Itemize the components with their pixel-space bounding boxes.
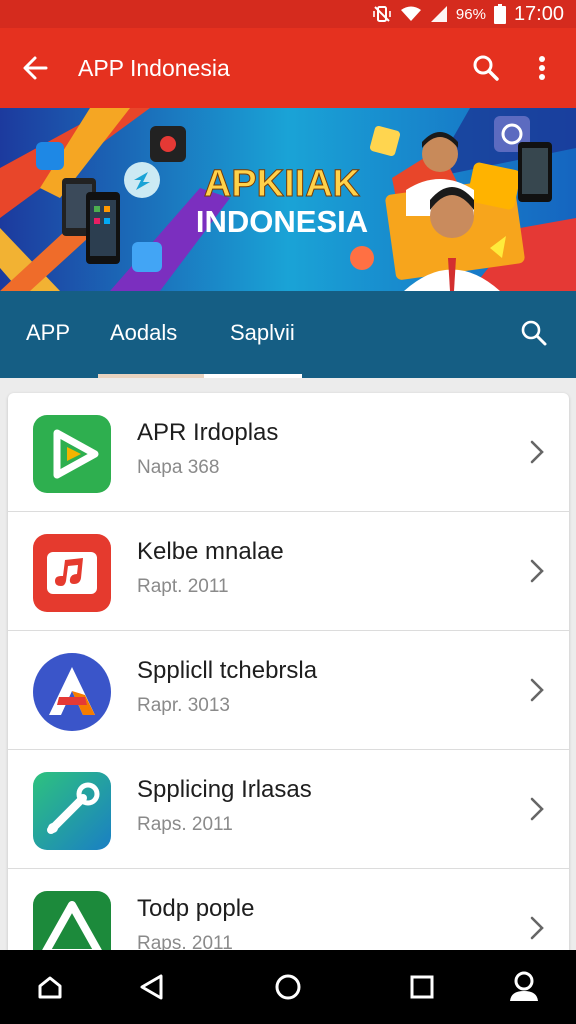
promo-banner[interactable]: APKIIAK INDONESIA bbox=[0, 108, 576, 291]
app-name: Kelbe mnalae bbox=[137, 538, 284, 565]
app-name: APR Irdoplas bbox=[137, 419, 279, 446]
tab-indicator bbox=[98, 374, 204, 378]
wifi-icon bbox=[400, 5, 422, 23]
mute-vibrate-icon bbox=[372, 4, 392, 24]
chevron-right-icon bbox=[523, 792, 551, 826]
list-item[interactable]: Spplicing Irlasas Raps. 2011 bbox=[8, 750, 569, 869]
home-button[interactable] bbox=[18, 950, 82, 1024]
search-icon bbox=[473, 55, 499, 81]
account-button[interactable] bbox=[492, 950, 556, 1024]
app-list: APR Irdoplas Napa 368 Kelbe mnalae Rapt.… bbox=[8, 393, 569, 993]
play-triangle-icon bbox=[33, 415, 111, 493]
letter-a-icon bbox=[33, 653, 111, 731]
banner-title: APKIIAK bbox=[204, 163, 361, 205]
tab-indicator-active bbox=[204, 374, 302, 378]
battery-text: 96% bbox=[455, 5, 486, 23]
app-subtitle: Rapr. 3013 bbox=[137, 695, 230, 716]
floating-app-icon bbox=[350, 246, 374, 270]
system-nav-bar bbox=[0, 950, 576, 1024]
more-vert-icon bbox=[539, 56, 545, 80]
back-triangle-icon bbox=[140, 974, 163, 1000]
app-name: Spplicing Irlasas bbox=[137, 776, 312, 803]
banner-subtitle: INDONESIA bbox=[196, 204, 368, 239]
app-subtitle: Napa 368 bbox=[137, 457, 220, 478]
tab-aodals[interactable]: Aodals bbox=[110, 291, 177, 375]
search-icon bbox=[521, 320, 547, 346]
signal-icon bbox=[430, 5, 448, 23]
more-options-button[interactable] bbox=[514, 28, 570, 108]
chevron-right-icon bbox=[523, 673, 551, 707]
person-icon bbox=[510, 971, 538, 1001]
tab-search-button[interactable] bbox=[512, 291, 556, 375]
battery-icon bbox=[493, 4, 506, 24]
wrench-icon bbox=[33, 772, 111, 850]
circle-icon bbox=[275, 974, 301, 1000]
tab-app[interactable]: APP bbox=[26, 291, 70, 375]
home-icon bbox=[38, 976, 62, 999]
recents-button[interactable] bbox=[390, 950, 454, 1024]
back-button[interactable] bbox=[0, 28, 70, 108]
clock: 17:00 bbox=[513, 2, 564, 25]
home-circle-button[interactable] bbox=[256, 950, 320, 1024]
chevron-right-icon bbox=[523, 554, 551, 588]
floating-app-icon bbox=[36, 142, 64, 170]
app-subtitle: Rapt. 2011 bbox=[137, 576, 229, 597]
app-name: Todp pople bbox=[137, 895, 255, 922]
tab-bar: APP Aodals Saplvii bbox=[0, 291, 576, 378]
list-item[interactable]: Spplicll tchebrsla Rapr. 3013 bbox=[8, 631, 569, 750]
list-item[interactable]: Kelbe mnalae Rapt. 2011 bbox=[8, 512, 569, 631]
page-title: APP Indonesia bbox=[78, 54, 230, 81]
floating-app-icon bbox=[132, 242, 162, 272]
search-button[interactable] bbox=[458, 28, 514, 108]
square-icon bbox=[410, 975, 434, 999]
list-item[interactable]: APR Irdoplas Napa 368 bbox=[8, 393, 569, 512]
app-name: Spplicll tchebrsla bbox=[137, 657, 318, 684]
arrow-left-icon bbox=[23, 56, 48, 80]
status-bar: 96% 17:00 bbox=[0, 0, 576, 28]
tab-saplvii[interactable]: Saplvii bbox=[230, 291, 295, 375]
app-subtitle: Raps. 2011 bbox=[137, 814, 233, 835]
chevron-right-icon bbox=[523, 911, 551, 945]
chevron-right-icon bbox=[523, 435, 551, 469]
app-bar: APP Indonesia bbox=[0, 28, 576, 108]
back-nav-button[interactable] bbox=[120, 950, 184, 1024]
music-note-icon bbox=[33, 534, 111, 612]
